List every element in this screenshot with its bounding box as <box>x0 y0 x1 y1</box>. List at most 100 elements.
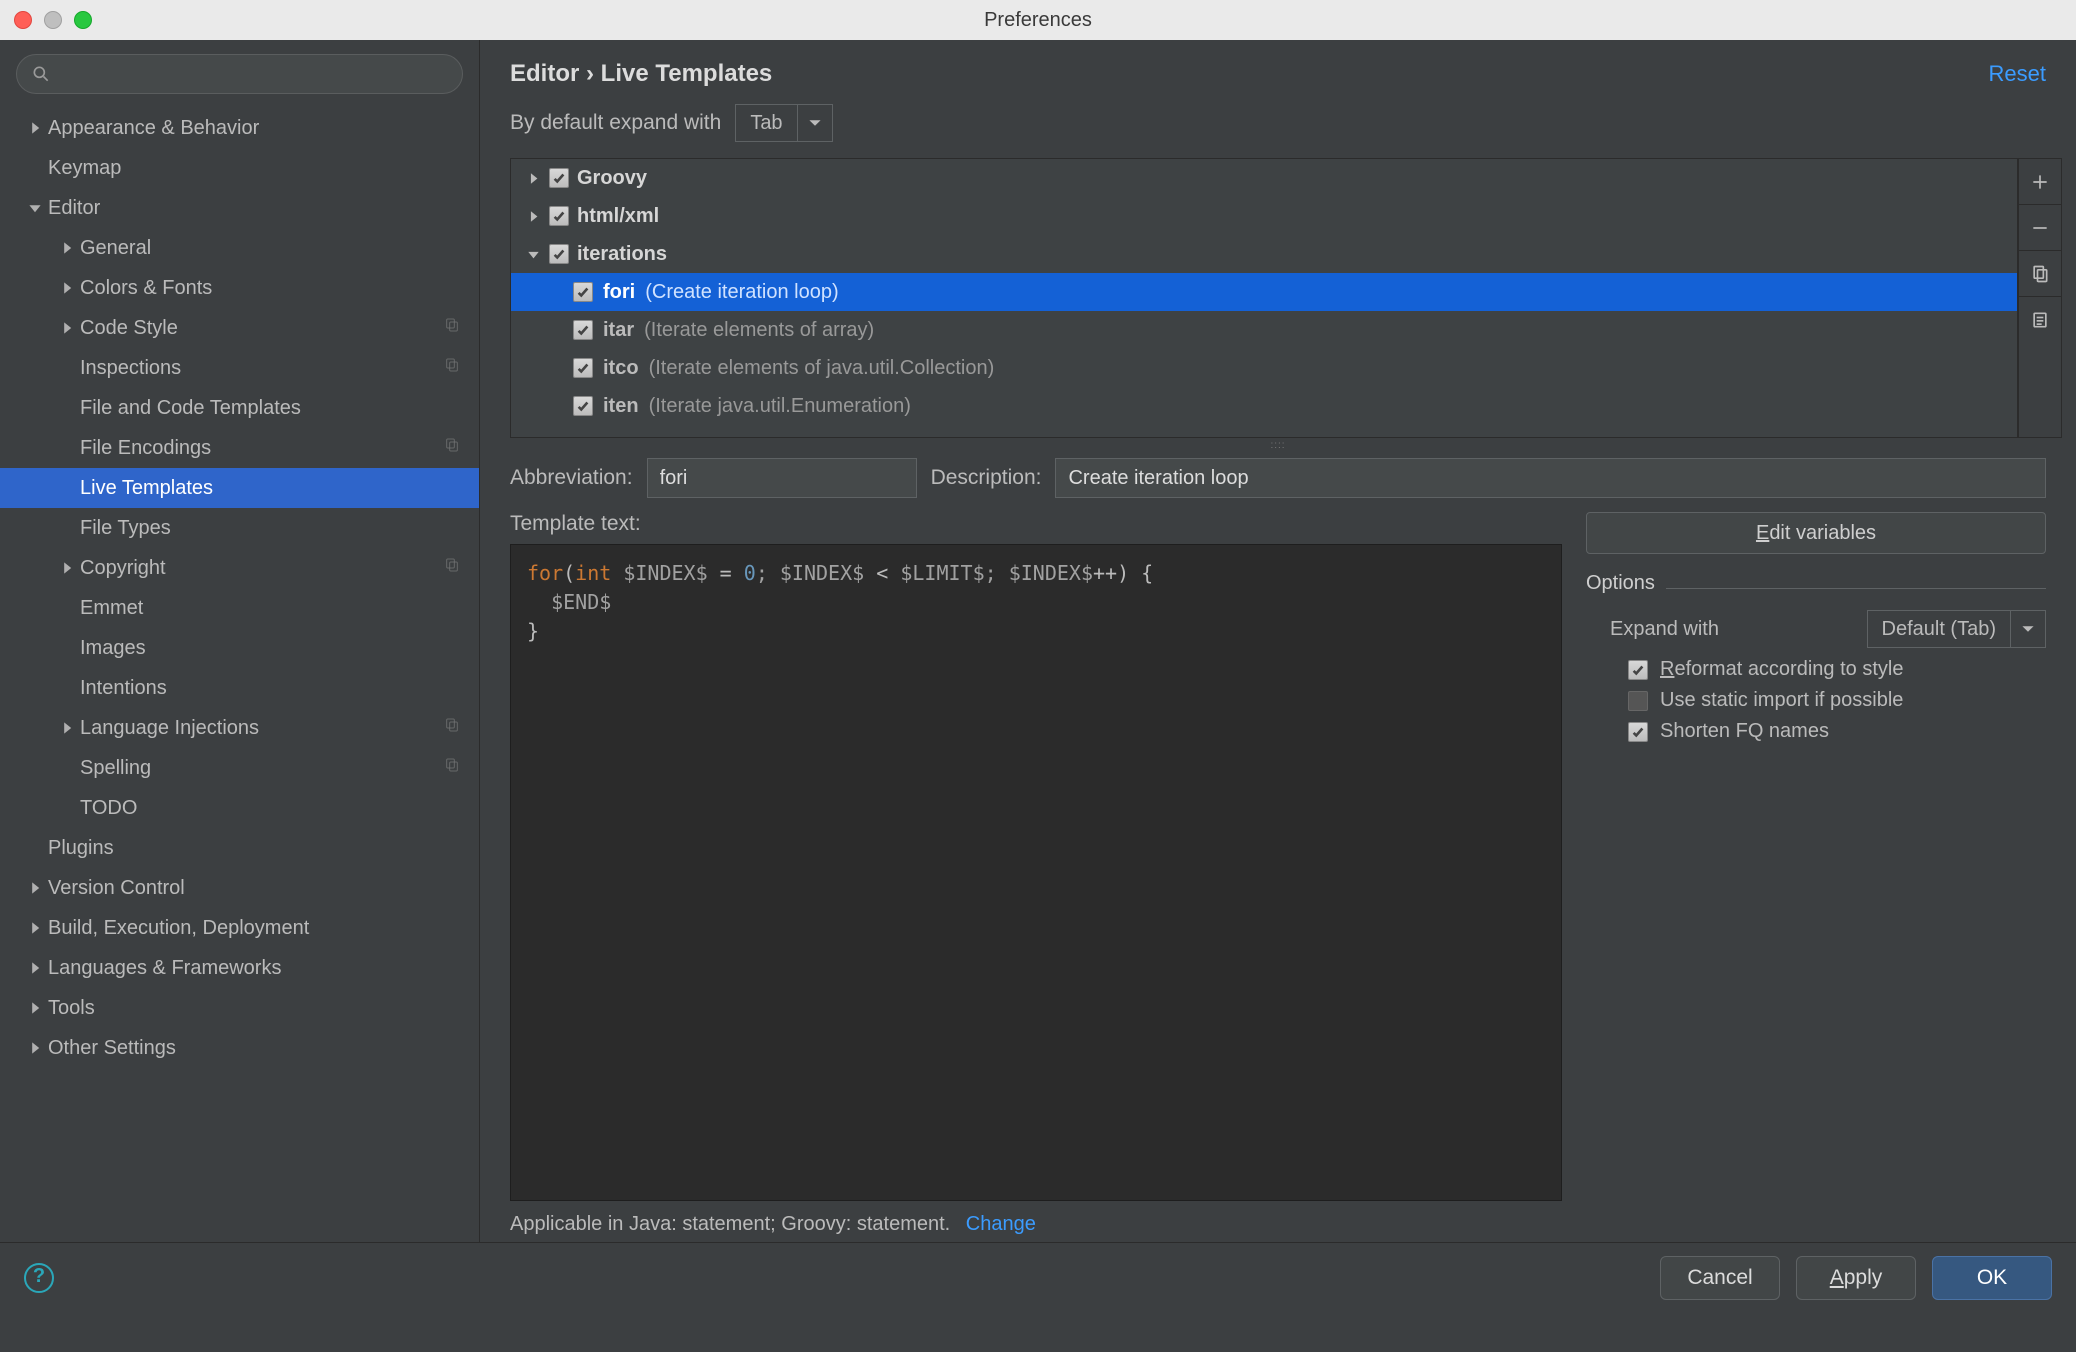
cancel-button[interactable]: Cancel <box>1660 1256 1780 1300</box>
template-checkbox[interactable] <box>573 396 593 416</box>
template-item-iten[interactable]: iten(Iterate java.util.Enumeration) <box>511 387 2017 425</box>
sidebar-item-copyright[interactable]: Copyright <box>0 548 479 588</box>
reformat-checkbox[interactable] <box>1628 660 1648 680</box>
chevron-right-icon[interactable] <box>525 172 541 185</box>
template-item-itar[interactable]: itar(Iterate elements of array) <box>511 311 2017 349</box>
sidebar-item-code-style[interactable]: Code Style <box>0 308 479 348</box>
project-level-icon <box>443 756 461 780</box>
sidebar-item-tools[interactable]: Tools <box>0 988 479 1028</box>
sidebar-item-live-templates[interactable]: Live Templates <box>0 468 479 508</box>
sidebar-item-editor[interactable]: Editor <box>0 188 479 228</box>
sidebar-item-file-encodings[interactable]: File Encodings <box>0 428 479 468</box>
shorten-fq-checkbox[interactable] <box>1628 722 1648 742</box>
close-window-icon[interactable] <box>14 11 32 29</box>
edit-variables-button[interactable]: Edit variables <box>1586 512 2046 554</box>
sidebar-item-label: Version Control <box>48 877 185 900</box>
help-button[interactable]: ? <box>24 1263 54 1293</box>
main-pane: Editor › Live Templates Reset By default… <box>480 40 2076 1242</box>
edit-variables-label: dit variables <box>1769 522 1876 544</box>
chevron-right-icon[interactable] <box>26 921 44 935</box>
chevron-down-icon[interactable] <box>26 201 44 215</box>
splitter[interactable]: :::: <box>480 438 2076 452</box>
group-checkbox[interactable] <box>549 168 569 188</box>
sidebar-item-colors-fonts[interactable]: Colors & Fonts <box>0 268 479 308</box>
reformat-checkbox-row[interactable]: Reformat according to style <box>1628 658 2046 681</box>
template-checkbox[interactable] <box>573 282 593 302</box>
sidebar-item-emmet[interactable]: Emmet <box>0 588 479 628</box>
chevron-down-icon <box>798 105 832 141</box>
ok-button[interactable]: OK <box>1932 1256 2052 1300</box>
sidebar-item-general[interactable]: General <box>0 228 479 268</box>
chevron-right-icon[interactable] <box>26 961 44 975</box>
sidebar-item-other-settings[interactable]: Other Settings <box>0 1028 479 1068</box>
static-import-checkbox[interactable] <box>1628 691 1648 711</box>
group-label: Groovy <box>577 167 647 190</box>
sidebar-item-label: Editor <box>48 197 100 220</box>
static-import-checkbox-row[interactable]: Use static import if possible <box>1628 689 2046 712</box>
sidebar-item-spelling[interactable]: Spelling <box>0 748 479 788</box>
description-input[interactable] <box>1055 458 2046 498</box>
template-text-editor[interactable]: for(int $INDEX$ = 0; $INDEX$ < $LIMIT$; … <box>510 544 1562 1201</box>
template-group-html-xml[interactable]: html/xml <box>511 197 2017 235</box>
chevron-right-icon[interactable] <box>58 241 76 255</box>
default-expand-label: By default expand with <box>510 111 721 135</box>
sidebar-item-label: Languages & Frameworks <box>48 957 281 980</box>
chevron-down-icon[interactable] <box>525 248 541 261</box>
change-context-link[interactable]: Change <box>966 1213 1036 1235</box>
sidebar-item-file-types[interactable]: File Types <box>0 508 479 548</box>
chevron-right-icon[interactable] <box>26 881 44 895</box>
chevron-right-icon[interactable] <box>58 721 76 735</box>
sidebar-item-todo[interactable]: TODO <box>0 788 479 828</box>
template-groups-list[interactable]: Groovy html/xmliterationsfori(Create iter… <box>510 158 2018 438</box>
apply-button[interactable]: Apply <box>1796 1256 1916 1300</box>
sidebar-item-intentions[interactable]: Intentions <box>0 668 479 708</box>
default-expand-select[interactable]: Tab <box>735 104 832 142</box>
sidebar-item-label: TODO <box>80 797 137 820</box>
sidebar-item-label: Images <box>80 637 146 660</box>
sidebar-item-plugins[interactable]: Plugins <box>0 828 479 868</box>
sidebar-item-file-and-code-templates[interactable]: File and Code Templates <box>0 388 479 428</box>
chevron-right-icon[interactable] <box>26 121 44 135</box>
reset-link[interactable]: Reset <box>1989 61 2046 87</box>
chevron-down-icon <box>2011 611 2045 647</box>
template-item-itco[interactable]: itco(Iterate elements of java.util.Colle… <box>511 349 2017 387</box>
remove-button[interactable] <box>2019 205 2061 251</box>
template-checkbox[interactable] <box>573 320 593 340</box>
chevron-right-icon[interactable] <box>26 1001 44 1015</box>
group-checkbox[interactable] <box>549 244 569 264</box>
template-text-label: Template text: <box>510 512 1562 536</box>
sidebar-item-inspections[interactable]: Inspections <box>0 348 479 388</box>
settings-tree[interactable]: Appearance & BehaviorKeymap Editor General… <box>0 108 479 1242</box>
group-checkbox[interactable] <box>549 206 569 226</box>
shorten-fq-checkbox-row[interactable]: Shorten FQ names <box>1628 720 2046 743</box>
template-checkbox[interactable] <box>573 358 593 378</box>
abbreviation-input[interactable] <box>647 458 917 498</box>
sidebar-item-images[interactable]: Images <box>0 628 479 668</box>
minimize-window-icon[interactable] <box>44 11 62 29</box>
sidebar-item-keymap[interactable]: Keymap <box>0 148 479 188</box>
copy-button[interactable] <box>2019 251 2061 297</box>
sidebar-item-label: Build, Execution, Deployment <box>48 917 309 940</box>
sidebar-item-language-injections[interactable]: Language Injections <box>0 708 479 748</box>
search-field[interactable] <box>59 64 448 85</box>
sidebar-item-appearance-behavior[interactable]: Appearance & Behavior <box>0 108 479 148</box>
sidebar-item-label: Plugins <box>48 837 114 860</box>
sidebar-item-languages-frameworks[interactable]: Languages & Frameworks <box>0 948 479 988</box>
chevron-right-icon[interactable] <box>525 210 541 223</box>
sidebar-item-build-execution-deployment[interactable]: Build, Execution, Deployment <box>0 908 479 948</box>
sidebar-item-version-control[interactable]: Version Control <box>0 868 479 908</box>
add-button[interactable] <box>2019 159 2061 205</box>
search-input[interactable] <box>16 54 463 94</box>
chevron-right-icon[interactable] <box>58 281 76 295</box>
template-item-fori[interactable]: fori(Create iteration loop) <box>511 273 2017 311</box>
chevron-right-icon[interactable] <box>26 1041 44 1055</box>
expand-with-select[interactable]: Default (Tab) <box>1867 610 2047 648</box>
chevron-right-icon[interactable] <box>58 321 76 335</box>
chevron-right-icon[interactable] <box>58 561 76 575</box>
template-abbr: itar <box>603 319 634 342</box>
abbreviation-label: Abbreviation: <box>510 466 633 490</box>
template-group-groovy[interactable]: Groovy <box>511 159 2017 197</box>
restore-button[interactable] <box>2019 297 2061 343</box>
zoom-window-icon[interactable] <box>74 11 92 29</box>
template-group-iterations[interactable]: iterations <box>511 235 2017 273</box>
